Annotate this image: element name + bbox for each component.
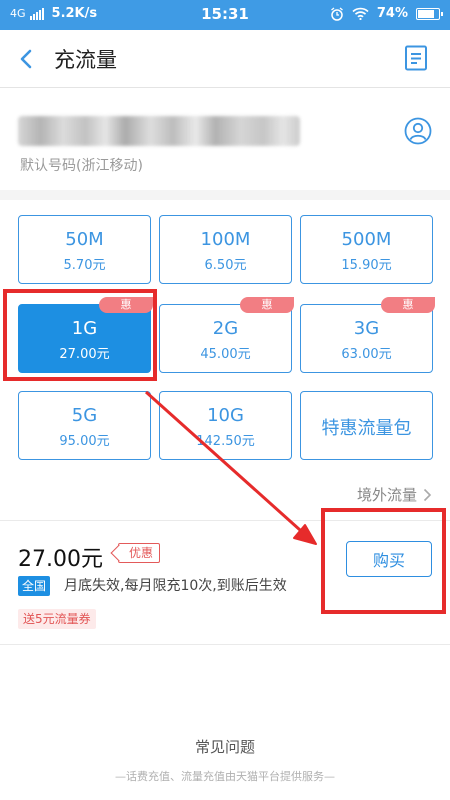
annotation-arrow bbox=[144, 390, 317, 545]
faq-link[interactable]: 常见问题 bbox=[0, 736, 450, 757]
service-note: —话费充值、流量充值由天猫平台提供服务— bbox=[115, 770, 335, 783]
